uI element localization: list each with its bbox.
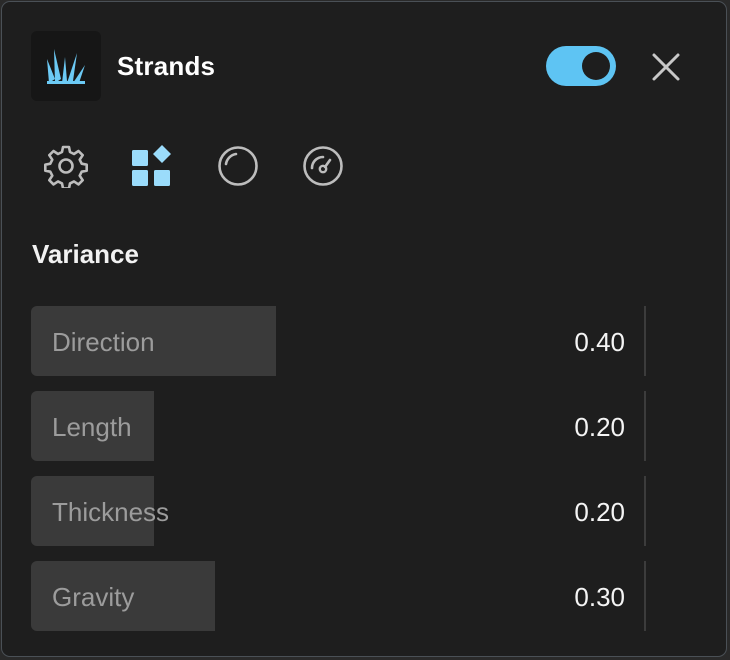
gear-icon (44, 145, 88, 188)
slider-divider (644, 391, 646, 461)
gauge-icon (303, 146, 343, 186)
toggle-knob (582, 52, 610, 80)
shapes-icon (132, 145, 171, 186)
slider-divider (644, 476, 646, 546)
tab-settings[interactable] (44, 144, 88, 188)
tab-circle[interactable] (216, 144, 260, 188)
panel-title: Strands (117, 51, 216, 81)
slider-value: 0.30 (574, 582, 625, 612)
slider-value: 0.40 (574, 327, 625, 357)
slider-label: Length (52, 412, 132, 442)
slider-direction[interactable]: Direction 0.40 (31, 306, 647, 376)
section-title: Variance (32, 239, 139, 269)
slider-label: Gravity (52, 582, 135, 612)
slider-value: 0.20 (574, 497, 625, 527)
slider-gravity[interactable]: Gravity 0.30 (31, 561, 647, 631)
enable-toggle[interactable] (546, 46, 616, 86)
panel-header: Strands (31, 31, 686, 103)
slider-value: 0.20 (574, 412, 625, 442)
slider-divider (644, 561, 646, 631)
close-button[interactable] (651, 52, 681, 82)
slider-label: Thickness (52, 497, 170, 527)
slider-length[interactable]: Length 0.20 (31, 391, 647, 461)
tab-performance[interactable] (301, 144, 345, 188)
slider-label: Direction (52, 327, 155, 357)
tab-shapes[interactable] (130, 144, 174, 188)
slider-thickness[interactable]: Thickness 0.20 (31, 476, 647, 546)
close-icon (652, 53, 680, 81)
strands-panel: Strands Variance Direction 0.40 Length 0… (1, 1, 727, 657)
circle-icon (218, 146, 258, 186)
grass-icon (31, 31, 101, 101)
slider-divider (644, 306, 646, 376)
